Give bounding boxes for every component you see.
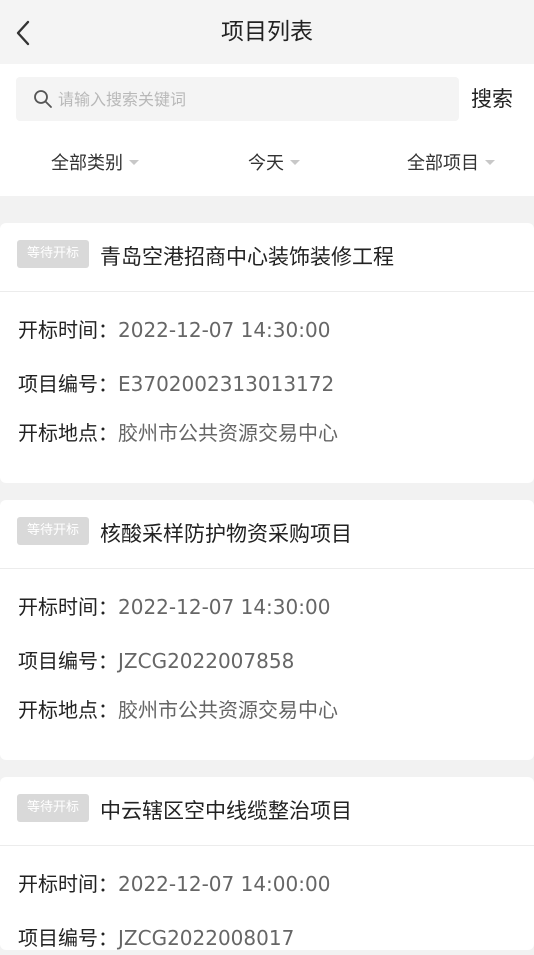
project-title: 中云辖区空中线缆整治项目 [100, 799, 352, 823]
bid-time-label: 开标时间： [18, 595, 118, 619]
bid-location-value: 胶州市公共资源交易中心 [118, 698, 338, 722]
search-box[interactable] [16, 77, 459, 121]
bid-location-value: 胶州市公共资源交易中心 [118, 421, 338, 445]
bid-time-value: 2022-12-07 14:30:00 [118, 318, 331, 342]
filter-date-label: 今天 [248, 153, 284, 174]
dropdown-caret-icon [485, 159, 495, 165]
page-title: 项目列表 [221, 19, 313, 45]
filter-date-dropdown[interactable]: 今天 [248, 144, 300, 184]
project-number-row: 项目编号：JZCG2022007858 [18, 644, 294, 678]
status-badge: 等待开标 [17, 240, 89, 268]
bid-time-value: 2022-12-07 14:00:00 [118, 872, 331, 896]
project-title: 青岛空港招商中心装饰装修工程 [100, 245, 394, 269]
search-icon [34, 90, 52, 108]
filter-category-dropdown[interactable]: 全部类别 [51, 144, 139, 184]
project-card-header: 等待开标 中云辖区空中线缆整治项目 [0, 777, 534, 846]
project-number-row: 项目编号：E3702002313013172 [18, 367, 334, 401]
project-card[interactable]: 等待开标 青岛空港招商中心装饰装修工程 开标时间：2022-12-07 14:3… [0, 223, 534, 483]
project-card-header: 等待开标 青岛空港招商中心装饰装修工程 [0, 223, 534, 292]
filter-project-label: 全部项目 [407, 153, 479, 174]
status-badge: 等待开标 [17, 517, 89, 545]
status-badge: 等待开标 [17, 794, 89, 822]
project-number-label: 项目编号： [18, 372, 118, 396]
filter-category-label: 全部类别 [51, 153, 123, 174]
search-filter-panel: 搜索 全部类别 今天 全部项目 [0, 64, 534, 196]
bid-location-label: 开标地点： [18, 698, 118, 722]
project-card[interactable]: 等待开标 核酸采样防护物资采购项目 开标时间：2022-12-07 14:30:… [0, 500, 534, 760]
project-number-value: JZCG2022007858 [118, 649, 295, 673]
project-number-value: E3702002313013172 [118, 372, 335, 396]
bid-time-row: 开标时间：2022-12-07 14:00:00 [18, 867, 330, 901]
dropdown-caret-icon [290, 159, 300, 165]
navigation-bar: 项目列表 [0, 0, 534, 64]
search-button[interactable]: 搜索 [462, 77, 522, 121]
search-input[interactable] [58, 77, 448, 121]
bid-time-label: 开标时间： [18, 318, 118, 342]
bid-time-row: 开标时间：2022-12-07 14:30:00 [18, 313, 330, 347]
bid-time-row: 开标时间：2022-12-07 14:30:00 [18, 590, 330, 624]
dropdown-caret-icon [129, 159, 139, 165]
project-card[interactable]: 等待开标 中云辖区空中线缆整治项目 开标时间：2022-12-07 14:00:… [0, 777, 534, 950]
bid-location-row: 开标地点：胶州市公共资源交易中心 [18, 416, 338, 450]
bid-location-row: 开标地点：胶州市公共资源交易中心 [18, 693, 338, 727]
filter-project-dropdown[interactable]: 全部项目 [407, 144, 495, 184]
project-title: 核酸采样防护物资采购项目 [100, 522, 352, 546]
project-number-value: JZCG2022008017 [118, 926, 295, 950]
bid-time-value: 2022-12-07 14:30:00 [118, 595, 331, 619]
bid-location-label: 开标地点： [18, 421, 118, 445]
project-card-header: 等待开标 核酸采样防护物资采购项目 [0, 500, 534, 569]
project-number-label: 项目编号： [18, 649, 118, 673]
bid-time-label: 开标时间： [18, 872, 118, 896]
project-number-label: 项目编号： [18, 926, 118, 950]
